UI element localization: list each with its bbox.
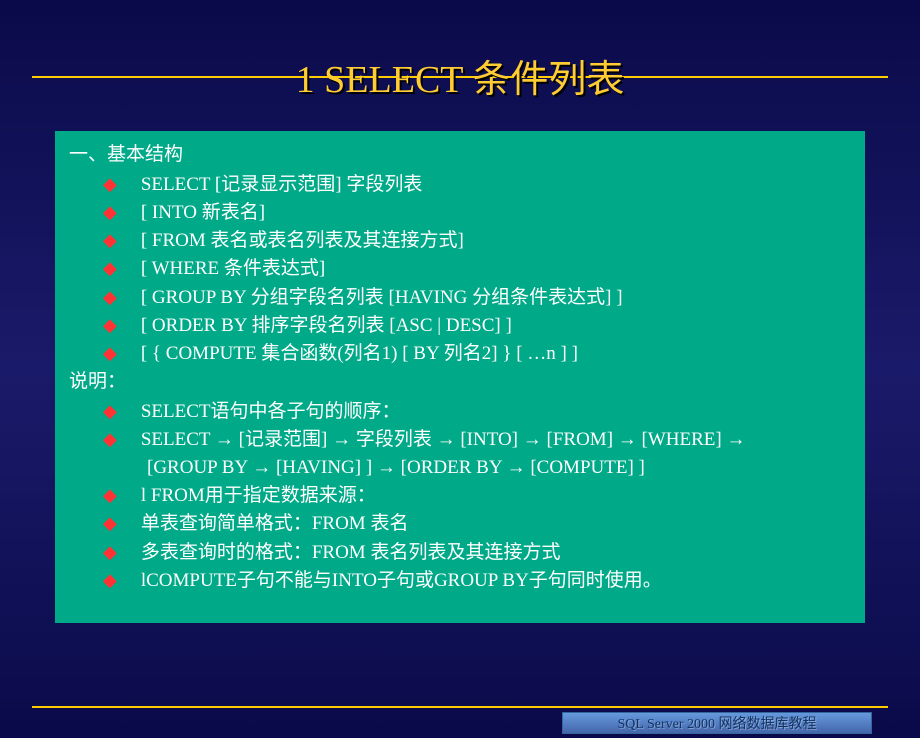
section2-header: 说明： <box>69 368 851 396</box>
item-text: [ GROUP BY 分组字段名列表 [HAVING 分组条件表达式] ] <box>141 284 851 312</box>
bullet-icon: ◆ <box>103 482 117 509</box>
item-text: [ ORDER BY 排序字段名列表 [ASC | DESC] ] <box>141 312 851 340</box>
list-item: ◆ 单表查询简单格式：FROM 表名 <box>69 510 851 538</box>
title-text: 1 SELECT 条件列表 <box>296 59 625 101</box>
item-text: SELECT [记录显示范围] 字段列表 <box>141 171 851 199</box>
bullet-icon: ◆ <box>103 171 117 198</box>
bullet-icon: ◆ <box>103 227 117 254</box>
bullet-icon: ◆ <box>103 199 117 226</box>
bullet-icon: ◆ <box>103 398 117 425</box>
list-item: ◆ SELECT → [记录范围] → 字段列表 → [INTO] → [FRO… <box>69 426 851 454</box>
list-item: ◆ l FROM用于指定数据来源： <box>69 482 851 510</box>
item-text: [ WHERE 条件表达式] <box>141 255 851 283</box>
item-text: [ INTO 新表名] <box>141 199 851 227</box>
item-text: SELECT语句中各子句的顺序： <box>141 398 851 426</box>
list-item: ◆ [ { COMPUTE 集合函数(列名1) [ BY 列名2] } [ …n… <box>69 340 851 368</box>
item-text: [ FROM 表名或表名列表及其连接方式] <box>141 227 851 255</box>
item-text: 单表查询简单格式：FROM 表名 <box>141 510 851 538</box>
item-text: l FROM用于指定数据来源： <box>141 482 851 510</box>
bullet-icon: ◆ <box>103 284 117 311</box>
content-area: 一、基本结构 ◆ SELECT [记录显示范围] 字段列表 ◆ [ INTO 新… <box>55 131 865 623</box>
list-item: ◆ SELECT语句中各子句的顺序： <box>69 398 851 426</box>
item-text: SELECT → [记录范围] → 字段列表 → [INTO] → [FROM]… <box>141 426 851 454</box>
list-item: ◆ [ FROM 表名或表名列表及其连接方式] <box>69 227 851 255</box>
bullet-icon: ◆ <box>103 510 117 537</box>
list-item: ◆ 多表查询时的格式：FROM 表名列表及其连接方式 <box>69 539 851 567</box>
section1-header: 一、基本结构 <box>69 141 851 169</box>
list-item: ◆ [ WHERE 条件表达式] <box>69 255 851 283</box>
bullet-icon: ◆ <box>103 567 117 594</box>
bullet-icon: ◆ <box>103 539 117 566</box>
footer-text: SQL Server 2000 网络数据库教程 <box>618 713 817 733</box>
list-item: ◆ [ INTO 新表名] <box>69 199 851 227</box>
bullet-icon: ◆ <box>103 426 117 453</box>
list-item: ◆ lCOMPUTE子句不能与INTO子句或GROUP BY子句同时使用。 <box>69 567 851 595</box>
item-text: [ { COMPUTE 集合函数(列名1) [ BY 列名2] } [ …n ]… <box>141 340 851 368</box>
item-text: 多表查询时的格式：FROM 表名列表及其连接方式 <box>141 539 851 567</box>
footer-bar: SQL Server 2000 网络数据库教程 <box>562 712 872 734</box>
bullet-icon: ◆ <box>103 340 117 367</box>
list-item: ◆ SELECT [记录显示范围] 字段列表 <box>69 171 851 199</box>
item-continuation: [GROUP BY → [HAVING] ] → [ORDER BY → [CO… <box>69 454 851 482</box>
list-item: ◆ [ ORDER BY 排序字段名列表 [ASC | DESC] ] <box>69 312 851 340</box>
bullet-icon: ◆ <box>103 312 117 339</box>
bullet-icon: ◆ <box>103 255 117 282</box>
bottom-divider <box>32 706 888 708</box>
list-item: ◆ [ GROUP BY 分组字段名列表 [HAVING 分组条件表达式] ] <box>69 284 851 312</box>
item-text: lCOMPUTE子句不能与INTO子句或GROUP BY子句同时使用。 <box>141 567 851 595</box>
